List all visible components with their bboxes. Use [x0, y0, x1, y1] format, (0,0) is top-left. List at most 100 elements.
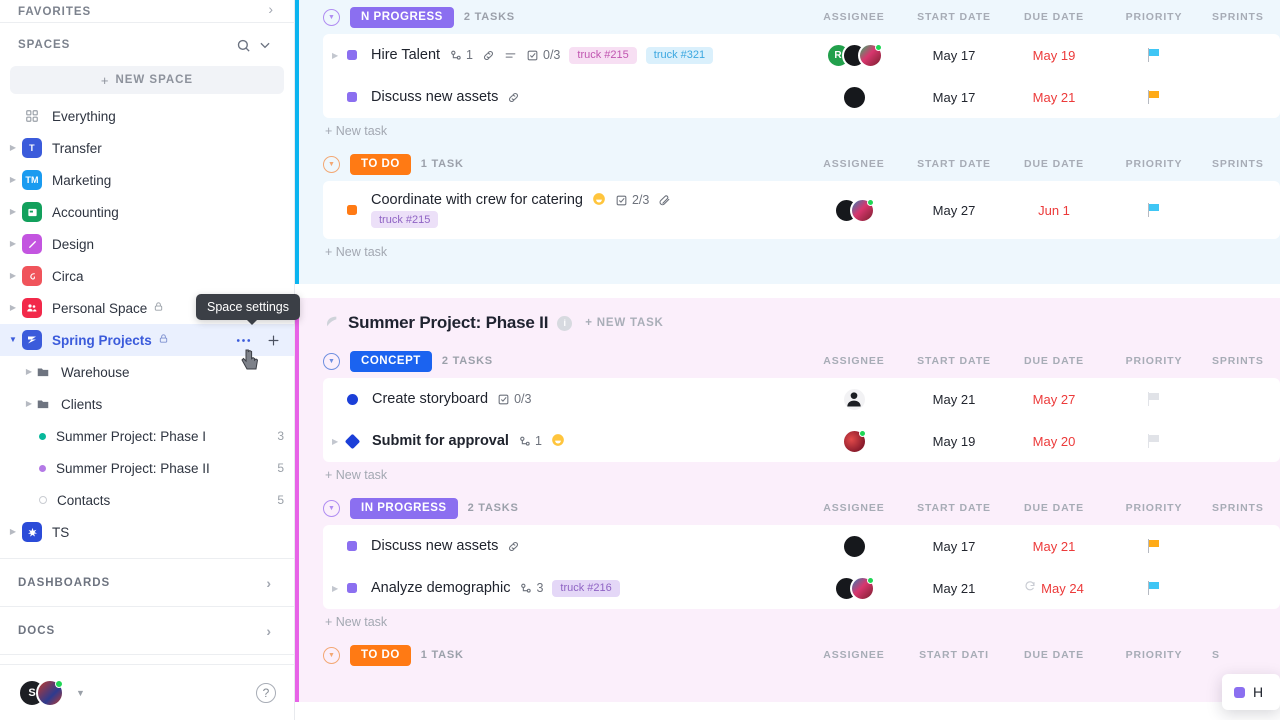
column-header-sprints[interactable]: S [1204, 649, 1280, 661]
column-header-assignee[interactable]: ASSIGNEE [804, 649, 904, 661]
new-task-button[interactable]: + NEW TASK [585, 317, 663, 329]
sidebar-item-ts[interactable]: ▶ TS [0, 516, 294, 548]
due-date-cell[interactable]: May 21 [1004, 76, 1104, 118]
caret-icon[interactable]: ▶ [6, 176, 20, 184]
table-row[interactable]: Discuss new assets May 17 May 21 [323, 76, 1280, 118]
collapse-toggle-icon[interactable]: ▼ [323, 155, 340, 173]
column-header-start-date[interactable]: START DATE [904, 11, 1004, 23]
sidebar-item-circa[interactable]: ▶ Circa [0, 260, 294, 292]
sidebar-item-docs[interactable]: DOCS › [0, 607, 294, 655]
caret-icon[interactable]: ▶ [22, 400, 36, 408]
column-header-due-date[interactable]: DUE DATE [1004, 11, 1104, 23]
caret-down-icon[interactable]: ▼ [6, 336, 20, 344]
column-header-priority[interactable]: PRIORITY [1104, 649, 1204, 661]
priority-cell[interactable] [1104, 34, 1204, 76]
caret-icon[interactable]: ▶ [6, 304, 20, 312]
task-name[interactable]: Create storyboard [372, 391, 488, 407]
column-header-due-date[interactable]: DUE DATE [1004, 502, 1104, 514]
caret-icon[interactable]: ▶ [6, 272, 20, 280]
plus-icon[interactable] [262, 329, 284, 351]
link-icon[interactable] [482, 49, 495, 62]
column-header-priority[interactable]: PRIORITY [1104, 11, 1204, 23]
drag-preview-card[interactable]: H [1222, 674, 1280, 710]
task-name[interactable]: Submit for approval [372, 433, 509, 449]
sidebar-item-marketing[interactable]: ▶ TM Marketing [0, 164, 294, 196]
task-status-marker[interactable] [347, 50, 357, 60]
table-row[interactable]: Create storyboard 0/3 May 21 May 27 [323, 378, 1280, 420]
due-date-cell[interactable]: May 19 [1004, 34, 1104, 76]
start-date-cell[interactable]: May 17 [904, 34, 1004, 76]
status-badge[interactable]: N PROGRESS [350, 6, 454, 28]
caret-icon[interactable]: ▶ [22, 368, 36, 376]
caret-icon[interactable]: ▶ [6, 208, 20, 216]
column-header-start-date[interactable]: START DATE [904, 502, 1004, 514]
priority-cell[interactable] [1104, 76, 1204, 118]
sidebar-section-favorites[interactable]: FAVORITES › [0, 0, 295, 18]
column-header-priority[interactable]: PRIORITY [1104, 158, 1204, 170]
tag[interactable]: truck #215 [371, 211, 439, 228]
due-date-cell[interactable]: May 24 [1004, 567, 1104, 609]
sidebar-item-summer-phase-1[interactable]: Summer Project: Phase I 3 [0, 420, 294, 452]
column-header-due-date[interactable]: DUE DATE [1004, 355, 1104, 367]
start-date-cell[interactable]: May 17 [904, 76, 1004, 118]
collapse-toggle-icon[interactable]: ▼ [323, 8, 340, 26]
column-header-priority[interactable]: PRIORITY [1104, 502, 1204, 514]
chevron-right-icon[interactable]: › [262, 622, 276, 640]
avatar[interactable] [36, 678, 64, 707]
column-header-assignee[interactable]: ASSIGNEE [804, 502, 904, 514]
start-date-cell[interactable]: May 17 [904, 525, 1004, 567]
sprints-cell[interactable] [1204, 378, 1280, 420]
sidebar-item-contacts[interactable]: Contacts 5 [0, 484, 294, 516]
collapse-toggle-icon[interactable]: ▼ [323, 646, 340, 664]
column-header-sprints[interactable]: SPRINTS [1204, 502, 1280, 514]
sprints-cell[interactable] [1204, 567, 1280, 609]
column-header-sprints[interactable]: SPRINTS [1204, 158, 1280, 170]
status-badge[interactable]: TO DO [350, 644, 411, 666]
assignee-cell[interactable] [804, 567, 904, 609]
emoji-reaction-icon[interactable] [551, 433, 565, 449]
chevron-right-icon[interactable]: › [262, 574, 276, 592]
caret-icon[interactable]: ▶ [6, 528, 20, 536]
status-badge[interactable]: IN PROGRESS [350, 497, 458, 519]
assignee-cell[interactable] [804, 76, 904, 118]
sidebar-item-clients[interactable]: ▶ Clients [0, 388, 294, 420]
table-row[interactable]: Coordinate with crew for catering 2/3 tr… [323, 181, 1280, 239]
task-name[interactable]: Coordinate with crew for catering [371, 192, 583, 208]
search-icon[interactable] [232, 34, 254, 56]
avatar-group[interactable]: S [18, 678, 64, 707]
page-title[interactable]: Summer Project: Phase II [348, 313, 548, 333]
attachment-icon[interactable] [658, 194, 671, 207]
column-header-start-date[interactable]: START DATE [904, 158, 1004, 170]
tag[interactable]: truck #215 [569, 46, 637, 64]
assignee-cell[interactable] [804, 420, 904, 462]
status-badge[interactable]: TO DO [350, 153, 411, 175]
sidebar-item-design[interactable]: ▶ Design [0, 228, 294, 260]
task-status-marker[interactable] [347, 583, 357, 593]
task-name[interactable]: Hire Talent [371, 47, 440, 63]
priority-cell[interactable] [1104, 567, 1204, 609]
task-name[interactable]: Discuss new assets [371, 538, 498, 554]
sidebar-item-summer-phase-2[interactable]: Summer Project: Phase II 5 [0, 452, 294, 484]
new-task-button[interactable]: + New task [307, 609, 1280, 638]
assignee-cell[interactable] [804, 525, 904, 567]
chevron-right-icon[interactable]: › [264, 0, 277, 18]
sidebar-item-dashboards[interactable]: DASHBOARDS › [0, 559, 294, 607]
column-header-start-date[interactable]: START DATE [904, 355, 1004, 367]
priority-cell[interactable] [1104, 181, 1204, 239]
sprints-cell[interactable] [1204, 181, 1280, 239]
due-date-cell[interactable]: May 21 [1004, 525, 1104, 567]
column-header-start-date[interactable]: START DATI [904, 649, 1004, 661]
priority-cell[interactable] [1104, 378, 1204, 420]
sidebar-item-transfer[interactable]: ▶ T Transfer [0, 132, 294, 164]
assignee-cell[interactable] [804, 181, 904, 239]
start-date-cell[interactable]: May 27 [904, 181, 1004, 239]
start-date-cell[interactable]: May 19 [904, 420, 1004, 462]
start-date-cell[interactable]: May 21 [904, 567, 1004, 609]
expand-subtasks-icon[interactable]: ▶ [332, 437, 338, 446]
link-icon[interactable] [507, 91, 520, 104]
column-header-due-date[interactable]: DUE DATE [1004, 649, 1104, 661]
table-row[interactable]: ▶ Analyze demographic 3 truck #216 May 2… [323, 567, 1280, 609]
new-task-button[interactable]: + New task [307, 462, 1280, 491]
sprints-cell[interactable] [1204, 525, 1280, 567]
expand-subtasks-icon[interactable]: ▶ [332, 584, 338, 593]
